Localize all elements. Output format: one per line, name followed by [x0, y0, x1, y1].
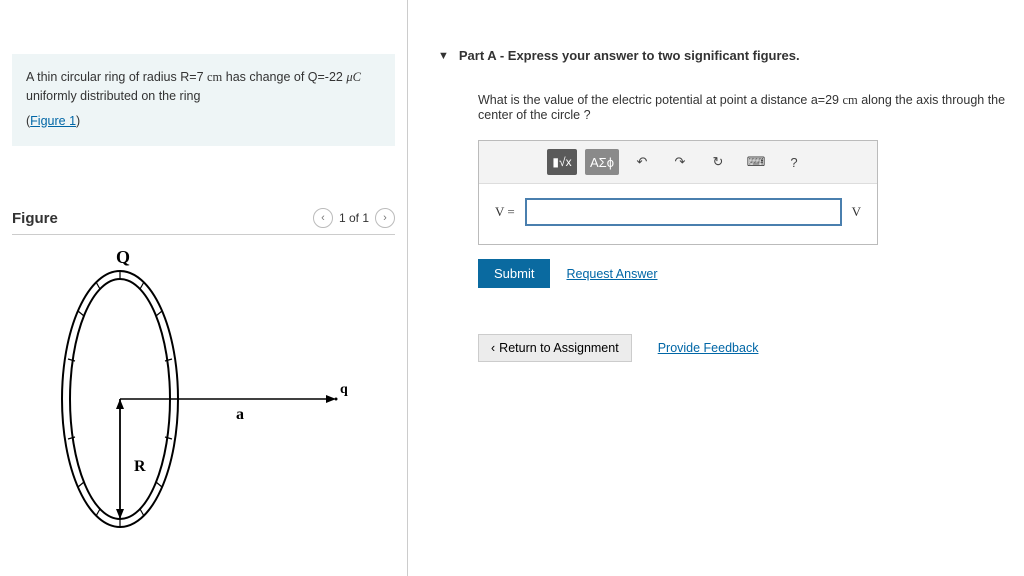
bottom-actions: ‹ Return to Assignment Provide Feedback: [478, 334, 1024, 362]
answer-unit-label: V: [852, 204, 861, 220]
figure-prev-button[interactable]: ‹: [313, 208, 333, 228]
answer-input[interactable]: [525, 198, 842, 226]
answer-input-row: V = V: [479, 184, 877, 244]
problem-text-mid: has change of Q=-22: [222, 70, 346, 84]
toolbar-undo-button[interactable]: ↶: [627, 149, 657, 175]
part-collapse-icon[interactable]: ▼: [438, 50, 449, 62]
toolbar-greek-button[interactable]: ΑΣϕ: [585, 149, 619, 175]
answer-variable-label: V =: [495, 204, 515, 220]
return-button-label: Return to Assignment: [499, 341, 619, 355]
submit-button[interactable]: Submit: [478, 259, 550, 288]
answer-actions: Submit Request Answer: [478, 259, 1024, 288]
figure-diagram: Q R a q: [38, 249, 395, 532]
figure-link[interactable]: Figure 1: [30, 114, 76, 128]
right-panel: ▼ Part A - Express your answer to two si…: [408, 0, 1024, 576]
figure-pager: ‹ 1 of 1 ›: [313, 208, 395, 228]
question-text: What is the value of the electric potent…: [478, 93, 1024, 122]
problem-statement: A thin circular ring of radius R=7 cm ha…: [12, 54, 395, 146]
question-prefix: What is the value of the electric potent…: [478, 93, 842, 107]
toolbar-help-button[interactable]: ?: [779, 149, 809, 175]
figure-next-button[interactable]: ›: [375, 208, 395, 228]
part-header: ▼ Part A - Express your answer to two si…: [438, 48, 1024, 63]
answer-toolbar: ▮√x ΑΣϕ ↶ ↷ ↻ ⌨ ?: [479, 141, 877, 184]
figure-pager-text: 1 of 1: [339, 211, 369, 225]
part-title: Part A - Express your answer to two sign…: [459, 48, 800, 63]
request-answer-link[interactable]: Request Answer: [566, 267, 657, 281]
problem-text-prefix: A thin circular ring of radius R=7: [26, 70, 207, 84]
svg-text:Q: Q: [116, 249, 130, 267]
svg-text:q: q: [340, 382, 348, 397]
toolbar-reset-button[interactable]: ↻: [703, 149, 733, 175]
figure-header: Figure ‹ 1 of 1 ›: [12, 208, 395, 235]
toolbar-templates-button[interactable]: ▮√x: [547, 149, 577, 175]
chevron-left-icon: ‹: [491, 341, 495, 355]
return-button[interactable]: ‹ Return to Assignment: [478, 334, 632, 362]
provide-feedback-link[interactable]: Provide Feedback: [658, 341, 759, 355]
figure-title: Figure: [12, 210, 58, 227]
toolbar-redo-button[interactable]: ↷: [665, 149, 695, 175]
unit-microcoulomb: μC: [346, 70, 361, 84]
left-panel: A thin circular ring of radius R=7 cm ha…: [0, 0, 408, 576]
answer-box: ▮√x ΑΣϕ ↶ ↷ ↻ ⌨ ? V = V: [478, 140, 878, 245]
svg-text:a: a: [236, 406, 244, 423]
toolbar-keyboard-button[interactable]: ⌨: [741, 149, 771, 175]
svg-text:R: R: [134, 458, 146, 475]
problem-text-suffix: uniformly distributed on the ring: [26, 89, 200, 103]
unit-cm: cm: [207, 70, 222, 84]
question-unit: cm: [842, 93, 857, 107]
